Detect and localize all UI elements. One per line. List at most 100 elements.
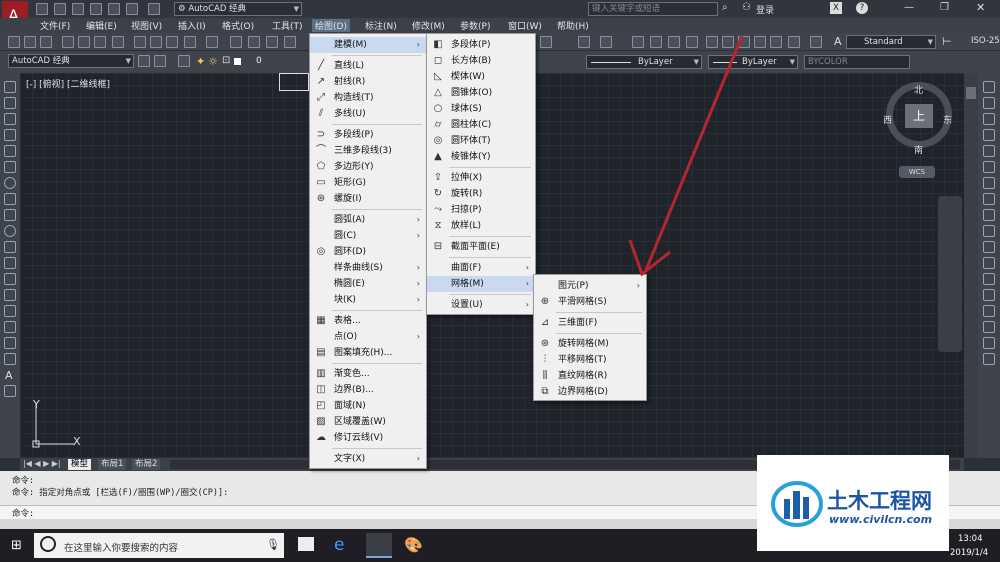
rotate-icon[interactable] [983, 177, 995, 189]
draw-menu-item[interactable]: ◎ 圆环(D) [310, 244, 426, 260]
tb-preview-icon[interactable] [78, 36, 90, 48]
taskbar-search[interactable]: 在这里输入你要搜索的内容 🎙 [34, 533, 284, 558]
mesh-menu-item[interactable]: ⫶ 平移网格(T) [534, 352, 646, 368]
array-icon[interactable] [983, 145, 995, 157]
navigation-bar[interactable] [938, 196, 962, 352]
menu-format[interactable]: 格式(O) [222, 19, 254, 32]
workspace-combo[interactable]: ⚙ AutoCAD 经典 ▼ [174, 2, 302, 16]
hatch-icon[interactable] [4, 305, 16, 317]
workspace-save-icon[interactable] [154, 55, 166, 67]
draw-polygon-icon[interactable] [4, 129, 16, 141]
tb-copy-icon[interactable] [150, 36, 162, 48]
menu-dimension[interactable]: 标注(N) [365, 19, 397, 32]
modeling-menu-item[interactable]: 曲面(F) › [427, 260, 535, 276]
tab-layout2[interactable]: 布局2 [132, 459, 161, 470]
modeling-menu-item[interactable]: △ 圆锥体(O) [427, 85, 535, 101]
clock-time[interactable]: 13:04 [958, 534, 983, 544]
move-icon[interactable] [983, 161, 995, 173]
draw-menu-item[interactable]: ⬠ 多边形(Y) [310, 159, 426, 175]
microphone-icon[interactable]: 🎙 [266, 538, 280, 551]
tab-model[interactable]: 模型 [68, 459, 92, 470]
draw-menu-item[interactable]: ▥ 渐变色... [310, 366, 426, 382]
viewport-label[interactable]: [-] [俯视] [二维线框] [26, 77, 110, 90]
modeling-menu-item[interactable]: ↻ 旋转(R) [427, 186, 535, 202]
mesh-menu-item[interactable]: ⫼ 直纹网格(R) [534, 368, 646, 384]
search-input[interactable]: 键入关键字或短语 [588, 2, 718, 16]
tb-save-icon[interactable] [40, 36, 52, 48]
draw-line-icon[interactable] [4, 81, 16, 93]
menu-help[interactable]: 帮助(H) [557, 19, 589, 32]
menu-insert[interactable]: 插入(I) [178, 19, 206, 32]
lock-icon[interactable]: ⊡ [222, 55, 230, 66]
draw-menu-item[interactable]: ⊃ 多段线(P) [310, 127, 426, 143]
offset-icon[interactable] [983, 129, 995, 141]
explode-icon[interactable] [983, 353, 995, 365]
menu-file[interactable]: 文件(F) [40, 19, 70, 32]
draw-menu-item[interactable]: ⌒ 三维多段线(3) [310, 143, 426, 159]
mesh-menu-item[interactable]: ⧉ 边界网格(D) [534, 384, 646, 400]
make-block-icon[interactable] [4, 273, 16, 285]
paint-icon[interactable]: 🎨 [404, 536, 423, 554]
tb-help-icon[interactable] [810, 36, 822, 48]
break-point-icon[interactable] [983, 257, 995, 269]
draw-menu-item[interactable]: ▭ 矩形(G) [310, 175, 426, 191]
mesh-menu-item[interactable]: ⊕ 平滑网格(S) [534, 294, 646, 310]
draw-menu-item[interactable]: ◰ 面域(N) [310, 398, 426, 414]
task-view-icon[interactable] [298, 537, 314, 551]
text-style-combo[interactable]: Standard ▼ [846, 35, 936, 49]
layer-properties-icon[interactable] [178, 55, 190, 67]
workspace-select[interactable]: AutoCAD 经典 ▼ [8, 54, 134, 68]
restore-icon[interactable]: ❐ [940, 2, 949, 13]
draw-menu-item[interactable]: ☁ 修订云线(V) [310, 430, 426, 446]
tb-open-icon[interactable] [24, 36, 36, 48]
modeling-menu-item[interactable]: ▲ 棱锥体(Y) [427, 149, 535, 165]
menu-modify[interactable]: 修改(M) [412, 19, 445, 32]
draw-menu-item[interactable]: ▦ 表格... [310, 313, 426, 329]
stretch-icon[interactable] [983, 209, 995, 221]
draw-menu-item[interactable]: 圆(C) › [310, 228, 426, 244]
draw-menu-item[interactable]: ▤ 图案填充(H)... [310, 345, 426, 361]
draw-ellipse-icon[interactable] [4, 225, 16, 237]
tb-pan-icon[interactable] [230, 36, 242, 48]
save-icon[interactable] [72, 3, 84, 15]
extend-icon[interactable] [983, 241, 995, 253]
tb-new-icon[interactable] [8, 36, 20, 48]
region-icon[interactable] [4, 337, 16, 349]
menu-tools[interactable]: 工具(T) [272, 19, 303, 32]
draw-menu-item[interactable]: ◫ 边界(B)... [310, 382, 426, 398]
plotstyle-combo[interactable]: BYCOLOR [804, 55, 910, 69]
draw-menu-item[interactable]: 样条曲线(S) › [310, 260, 426, 276]
tb-paste-icon[interactable] [166, 36, 178, 48]
vertical-scrollbar[interactable] [964, 73, 978, 458]
draw-spline-icon[interactable] [4, 209, 16, 221]
tb-zoom-icon[interactable] [248, 36, 260, 48]
draw-menu-item[interactable]: ▨ 区域覆盖(W) [310, 414, 426, 430]
new-icon[interactable] [36, 3, 48, 15]
sun-icon[interactable]: ☼ [208, 55, 218, 68]
trim-icon[interactable] [983, 225, 995, 237]
undo-icon[interactable] [126, 3, 138, 15]
draw-menu-item[interactable]: 点(O) › [310, 329, 426, 345]
dim-style-combo[interactable]: ISO-25 [956, 35, 1000, 49]
compass-east[interactable]: 东 [943, 113, 952, 126]
viewcube-top-face[interactable]: 上 [905, 104, 933, 128]
copy-icon[interactable] [983, 97, 995, 109]
tb-print-icon[interactable] [62, 36, 74, 48]
modeling-menu-item[interactable]: ⤳ 扫掠(P) [427, 202, 535, 218]
wcs-menu[interactable]: WCS [899, 166, 935, 178]
edge-icon[interactable]: e [334, 535, 344, 555]
modeling-menu-item[interactable]: ⧖ 放样(L) [427, 218, 535, 234]
draw-circle-icon[interactable] [4, 177, 16, 189]
modeling-menu-item[interactable]: 设置(U) › [427, 297, 535, 313]
mirror-icon[interactable] [983, 113, 995, 125]
draw-menu-item[interactable]: ⫽ 多线(U) [310, 106, 426, 122]
print-icon[interactable] [108, 3, 120, 15]
draw-xline-icon[interactable] [4, 97, 16, 109]
modeling-menu-item[interactable]: 网格(M) › [427, 276, 535, 292]
modeling-menu-item[interactable]: ⊟ 截面平面(E) [427, 239, 535, 255]
saveas-icon[interactable] [90, 3, 102, 15]
tb-redo2-icon[interactable] [600, 36, 612, 48]
break-icon[interactable] [983, 273, 995, 285]
draw-menu-item[interactable]: 椭圆(E) › [310, 276, 426, 292]
scroll-thumb[interactable] [966, 87, 976, 99]
